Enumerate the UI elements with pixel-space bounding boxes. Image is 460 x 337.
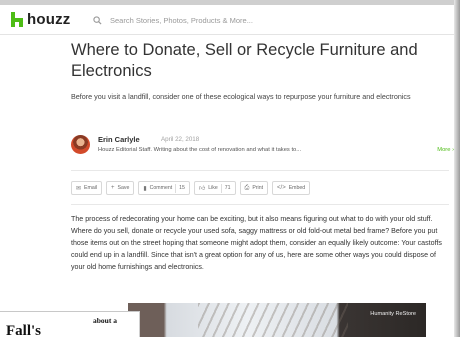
email-icon: ✉ xyxy=(76,185,82,192)
comment-label: Comment xyxy=(149,185,173,191)
houzz-logo-icon xyxy=(11,12,23,27)
thumbs-up-icon: 👍︎ xyxy=(198,186,206,192)
article-body: The process of redecorating your home ca… xyxy=(71,215,442,272)
comment-icon: ▮ xyxy=(143,185,147,192)
houzz-logo[interactable]: houzz xyxy=(11,11,71,28)
like-separator xyxy=(220,183,222,193)
photo-tree-branches xyxy=(198,303,348,337)
like-count: 71 xyxy=(224,185,231,191)
embed-label: Embed xyxy=(288,185,306,191)
comment-button[interactable]: ▮ Comment 15 xyxy=(138,181,190,195)
logo-text: houzz xyxy=(27,11,71,28)
plus-icon: + xyxy=(111,185,115,191)
article-title: Where to Donate, Sell or Recycle Furnitu… xyxy=(71,41,418,80)
avatar[interactable] xyxy=(71,135,90,154)
article-photo[interactable]: Humanity ReStore xyxy=(128,303,426,337)
article-header: Where to Donate, Sell or Recycle Furnitu… xyxy=(71,40,441,102)
save-label: Save xyxy=(117,185,130,191)
paper-scrap-text: about a xyxy=(93,316,117,325)
like-button[interactable]: 👍︎ Like 71 xyxy=(193,181,236,195)
print-button[interactable]: ⎙ Print xyxy=(239,181,269,195)
email-label: Email xyxy=(84,185,98,191)
embed-button[interactable]: </> Embed xyxy=(272,181,311,195)
author-date: April 22, 2018 xyxy=(161,136,200,143)
photo-credit: Humanity ReStore xyxy=(370,311,416,317)
author-name[interactable]: Erin Carlyle xyxy=(98,135,140,144)
like-label: Like xyxy=(208,185,218,191)
more-link[interactable]: More › xyxy=(437,147,454,153)
author-bio: Houzz Editorial Staff. Writing about the… xyxy=(98,147,302,153)
divider-bottom xyxy=(71,204,449,205)
search-input[interactable] xyxy=(110,15,430,25)
paper-scrap-heading: Fall's xyxy=(6,323,42,337)
author-row: Erin Carlyle April 22, 2018 Houzz Editor… xyxy=(71,132,454,162)
comment-separator xyxy=(175,183,177,193)
article-subtitle: Before you visit a landfill, consider on… xyxy=(71,92,411,101)
site-header: houzz xyxy=(0,5,454,35)
search-icon xyxy=(90,13,104,27)
action-bar: ✉ Email + Save ▮ Comment 15 👍︎ Like 71 ⎙… xyxy=(71,181,311,195)
screen: houzz Where to Donate, Sell or Recycle F… xyxy=(0,0,460,337)
comment-count: 15 xyxy=(179,185,185,191)
embed-icon: </> xyxy=(277,185,286,191)
divider-top xyxy=(71,170,449,171)
search-box[interactable] xyxy=(90,10,448,30)
save-button[interactable]: + Save xyxy=(106,181,135,195)
email-button[interactable]: ✉ Email xyxy=(71,181,103,195)
print-label: Print xyxy=(252,185,264,191)
print-icon: ⎙ xyxy=(244,184,250,191)
paper-scrap: Fall's about a xyxy=(0,311,140,337)
screen-right-edge xyxy=(454,0,460,337)
